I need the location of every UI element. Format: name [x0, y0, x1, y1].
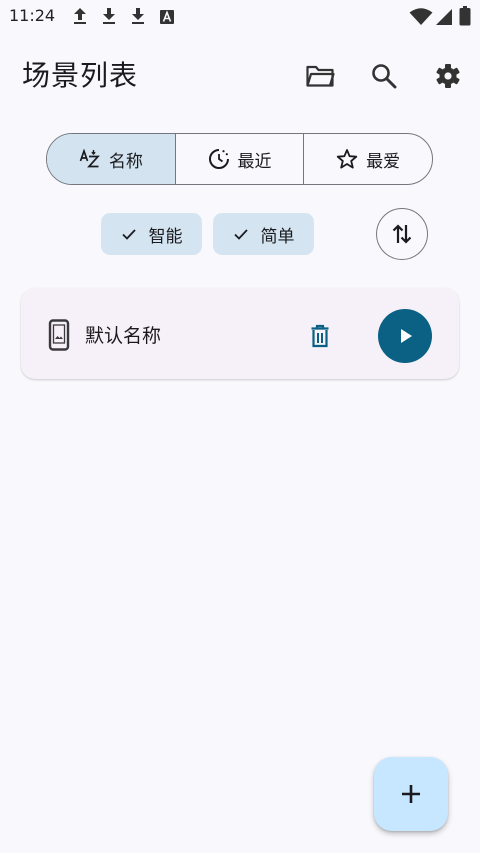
filter-chip-smart[interactable]: 智能 [101, 213, 202, 255]
battery-icon [459, 6, 471, 26]
add-icon [402, 785, 420, 803]
upload-icon [74, 8, 86, 24]
search-button[interactable] [364, 56, 404, 96]
chip-label: 智能 [148, 226, 183, 247]
play-icon [401, 329, 412, 343]
phone-icon [48, 319, 70, 351]
sort-direction-button[interactable] [376, 208, 428, 260]
segment-label: 名称 [108, 151, 143, 172]
status-bar: 11:24 [0, 0, 480, 34]
history-icon [208, 149, 229, 169]
sort-segmented-control: 名称 最近 最爱 [46, 133, 433, 185]
download-icon [132, 8, 144, 24]
segment-label: 最近 [237, 151, 272, 172]
status-time: 11:24 [9, 6, 56, 25]
filter-chip-simple[interactable]: 简单 [213, 213, 314, 255]
check-icon [233, 229, 248, 240]
open-folder-button[interactable] [300, 56, 340, 96]
a-box-icon [160, 10, 174, 24]
search-icon [372, 64, 397, 89]
chip-label: 简单 [260, 226, 295, 247]
delete-scene-button[interactable] [300, 316, 340, 356]
trash-icon [311, 324, 329, 348]
signal-icon [436, 9, 452, 25]
page-title: 场景列表 [22, 59, 139, 92]
play-scene-button[interactable] [378, 309, 432, 363]
swap-vert-icon [392, 224, 412, 244]
segment-sort-by-favorite[interactable]: 最爱 [303, 134, 432, 184]
check-icon [121, 229, 136, 240]
sort-az-icon [79, 149, 100, 168]
segment-sort-by-recent[interactable]: 最近 [174, 134, 304, 184]
wifi-icon [409, 8, 433, 25]
segment-label: 最爱 [366, 151, 401, 172]
download-icon [103, 8, 115, 24]
settings-icon [436, 64, 460, 88]
settings-button[interactable] [428, 56, 468, 96]
scene-name: 默认名称 [85, 325, 162, 347]
add-scene-fab[interactable] [374, 757, 448, 831]
scene-card[interactable]: 默认名称 [21, 288, 459, 379]
star-icon [336, 149, 358, 169]
folder-icon [306, 65, 335, 87]
segment-sort-by-name[interactable]: 名称 [47, 134, 175, 184]
